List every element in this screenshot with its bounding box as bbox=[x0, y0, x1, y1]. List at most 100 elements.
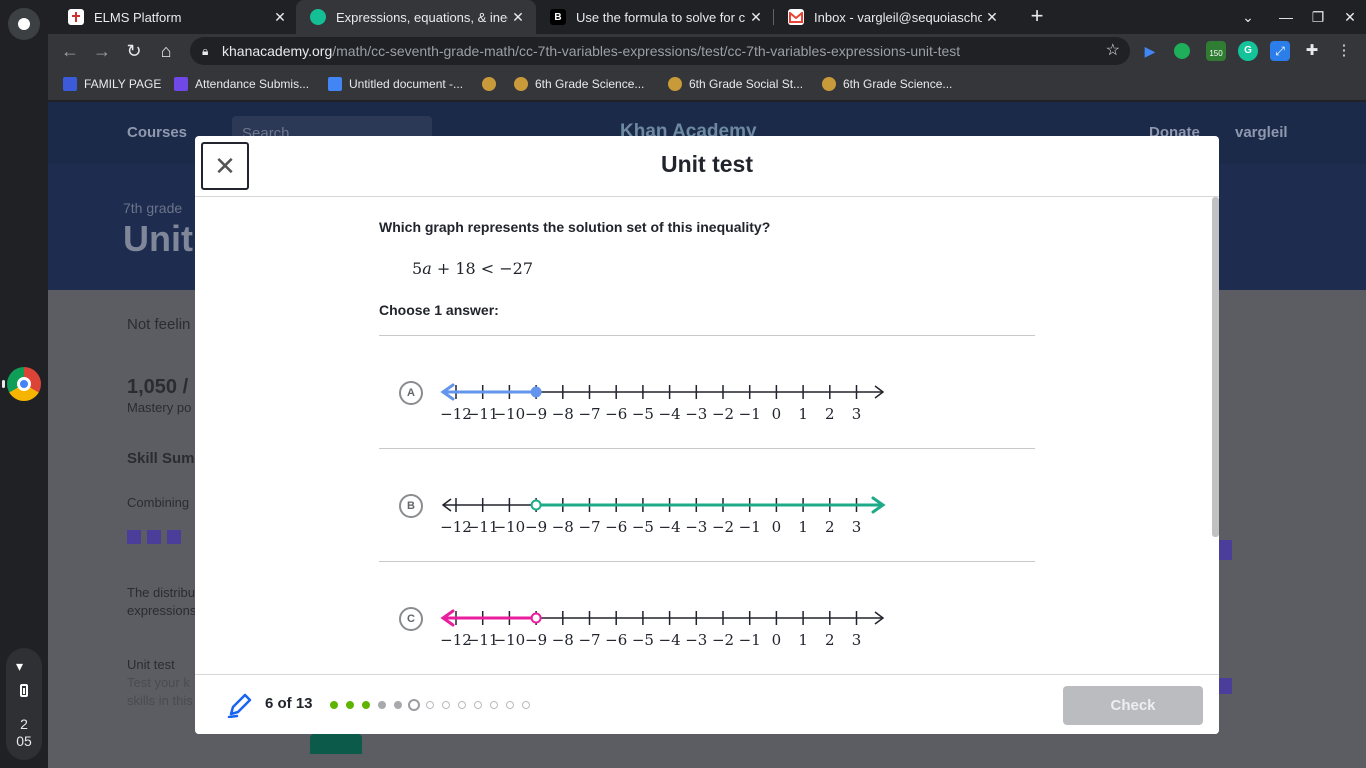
bookmark-star-icon[interactable]: ☆ bbox=[1106, 37, 1120, 65]
skill-combining: Combining bbox=[127, 495, 190, 510]
modal-footer: 6 of 13 Check bbox=[195, 674, 1219, 734]
tick-label: −7 bbox=[578, 631, 600, 649]
status-tray[interactable]: ▾ 2 05 bbox=[6, 648, 42, 760]
screencast-extension-icon[interactable]: ▶ bbox=[1140, 41, 1160, 61]
tick-label: 0 bbox=[772, 631, 782, 649]
bookmark-family-page[interactable]: FAMILY PAGE bbox=[63, 75, 161, 93]
progress-dot bbox=[346, 701, 354, 709]
tab-strip: ELMS Platform ✕ Expressions, equations, … bbox=[48, 0, 1366, 34]
close-tab-icon[interactable]: ✕ bbox=[746, 9, 766, 26]
mastery-points: 1,050 / bbox=[127, 376, 189, 398]
resize-extension-icon[interactable]: ⤢ bbox=[1270, 41, 1290, 61]
not-feeling-text: Not feelin bbox=[127, 316, 191, 333]
eq-variable: a bbox=[422, 259, 432, 278]
reload-icon[interactable]: ↻ bbox=[122, 39, 146, 63]
extensions-puzzle-icon[interactable]: ✚ bbox=[1302, 41, 1322, 61]
minimize-icon[interactable]: — bbox=[1275, 6, 1297, 28]
unit-test-illustration bbox=[310, 734, 362, 754]
bookmark-science-1[interactable]: 6th Grade Science... bbox=[514, 75, 644, 93]
tick-label: −1 bbox=[739, 518, 761, 536]
owl-icon bbox=[668, 77, 682, 91]
modal-scrollbar[interactable] bbox=[1212, 197, 1219, 537]
tab-khan-academy[interactable]: Expressions, equations, & inequa ✕ bbox=[296, 0, 536, 34]
choice-letter: A bbox=[399, 381, 423, 405]
calendar-icon bbox=[63, 77, 77, 91]
choice-letter: C bbox=[399, 607, 423, 631]
new-tab-button[interactable]: + bbox=[1024, 4, 1050, 30]
tick-label: −3 bbox=[685, 518, 707, 536]
clock-hour: 2 bbox=[20, 716, 28, 732]
tick-label: −5 bbox=[632, 631, 654, 649]
menu-kebab-icon[interactable]: ⋮ bbox=[1334, 41, 1354, 61]
close-tab-icon[interactable]: ✕ bbox=[270, 9, 290, 26]
tick-label: −10 bbox=[494, 631, 526, 649]
tab-brainly[interactable]: B Use the formula to solve for c. Ch ✕ bbox=[536, 0, 774, 34]
running-indicator bbox=[2, 380, 5, 388]
endpoint-circle bbox=[530, 612, 542, 624]
launcher-icon[interactable] bbox=[8, 8, 40, 40]
tab-title: Use the formula to solve for c. Ch bbox=[576, 9, 746, 25]
choice-c[interactable]: C −12 −11 −10 −9 −8 −7 −6 −5 −4 −3 −2 −1 0 1 2 3 bbox=[379, 562, 1035, 674]
progress-dot bbox=[362, 701, 370, 709]
tick-label: 0 bbox=[772, 518, 782, 536]
restore-icon[interactable]: ❐ bbox=[1307, 6, 1329, 28]
choice-b[interactable]: B −12 −11 −10 −9 −8 −7 −6 −5 −4 −3 −2 −1 0 1 2 3 bbox=[379, 449, 1035, 561]
clock: 2 05 bbox=[6, 716, 42, 750]
elms-favicon-icon bbox=[68, 9, 84, 25]
close-window-icon[interactable]: ✕ bbox=[1339, 6, 1361, 28]
counter-extension-icon[interactable]: 150 bbox=[1206, 41, 1226, 61]
address-bar[interactable]: 🔒︎ khanacademy.org/math/cc-seventh-grade… bbox=[190, 37, 1130, 65]
form-icon bbox=[174, 77, 188, 91]
modal-header: ✕ Unit test bbox=[195, 136, 1219, 197]
tab-elms[interactable]: ELMS Platform ✕ bbox=[54, 0, 298, 34]
close-tab-icon[interactable]: ✕ bbox=[982, 9, 1002, 26]
endpoint-circle bbox=[530, 499, 542, 511]
tick-label: −4 bbox=[659, 518, 681, 536]
check-button[interactable]: Check bbox=[1063, 686, 1203, 725]
progress-dot bbox=[330, 701, 338, 709]
owl-icon bbox=[514, 77, 528, 91]
chrome-app-icon[interactable] bbox=[7, 367, 41, 401]
progress-dot bbox=[506, 701, 514, 709]
grammarly-icon[interactable]: G bbox=[1238, 41, 1258, 61]
unit-title: Unit bbox=[123, 218, 193, 259]
grade-label: 7th grade bbox=[123, 200, 183, 216]
tick-label: −6 bbox=[605, 405, 627, 423]
bookmarks-bar: FAMILY PAGE Attendance Submis... Untitle… bbox=[48, 68, 1366, 101]
choice-a[interactable]: A −12 −11 −10 −9 −8 −7 −6 −5 −4 −3 −2 −1 0 1 2 3 bbox=[379, 336, 1035, 448]
tick-label: 3 bbox=[852, 518, 862, 536]
tick-label: 1 bbox=[798, 518, 808, 536]
tick-label: −2 bbox=[712, 518, 734, 536]
eq-rest: + 18 < −27 bbox=[431, 259, 534, 278]
endpoint-circle bbox=[530, 386, 542, 398]
tick-label: −8 bbox=[552, 405, 574, 423]
bookmark-attendance[interactable]: Attendance Submis... bbox=[174, 75, 309, 93]
green-extension-icon[interactable] bbox=[1174, 43, 1190, 59]
tick-label: 0 bbox=[772, 405, 782, 423]
mastery-label: Mastery po bbox=[127, 400, 192, 415]
tick-label: −10 bbox=[494, 405, 526, 423]
bookmark-label: 6th Grade Social St... bbox=[689, 77, 804, 91]
tab-search-icon[interactable]: ⌄ bbox=[1237, 6, 1259, 28]
pencil-icon bbox=[227, 693, 252, 718]
tick-label: −1 bbox=[739, 405, 761, 423]
back-icon[interactable]: ← bbox=[58, 39, 82, 63]
question-area: Which graph represents the solution set … bbox=[195, 197, 1219, 674]
bookmark-science-2[interactable]: 6th Grade Science... bbox=[822, 75, 952, 93]
progress-dot bbox=[442, 701, 450, 709]
unit-test-label: Unit test bbox=[127, 657, 175, 672]
gmail-favicon-icon bbox=[788, 9, 804, 25]
tick-label: 2 bbox=[825, 631, 835, 649]
tick-label: −5 bbox=[632, 518, 654, 536]
unit-test-desc-2: skills in this bbox=[127, 693, 193, 708]
close-tab-icon[interactable]: ✕ bbox=[508, 9, 528, 26]
forward-icon[interactable]: → bbox=[90, 39, 114, 63]
tab-gmail[interactable]: Inbox - vargleil@sequoiaschools. ✕ bbox=[774, 0, 1010, 34]
bookmark-social-studies[interactable]: 6th Grade Social St... bbox=[668, 75, 803, 93]
home-icon[interactable]: ⌂ bbox=[154, 39, 178, 63]
tab-title: ELMS Platform bbox=[94, 9, 182, 25]
courses-menu: Courses bbox=[127, 124, 188, 141]
bookmark-untitled-doc[interactable]: Untitled document -... bbox=[328, 75, 463, 93]
bookmark-owl[interactable] bbox=[482, 75, 503, 93]
tick-label: 2 bbox=[825, 518, 835, 536]
